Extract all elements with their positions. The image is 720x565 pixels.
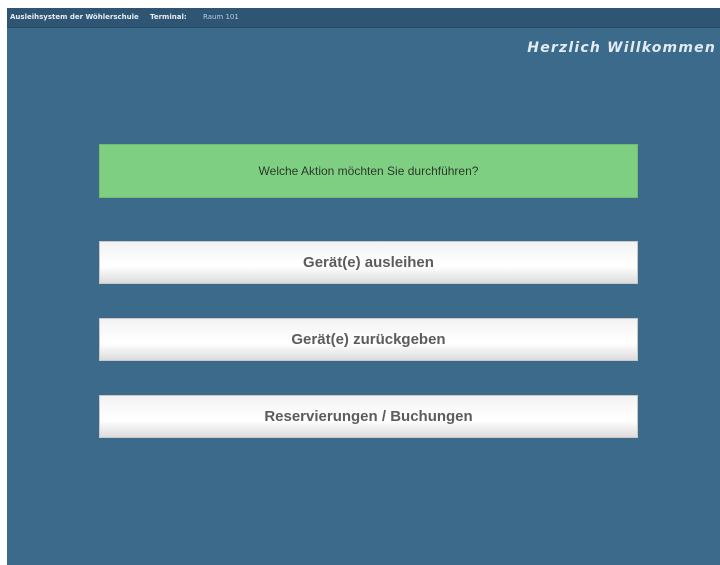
borrow-devices-label: Gerät(e) ausleihen	[303, 254, 434, 271]
terminal-label: Terminal:	[150, 13, 187, 21]
app-window: Ausleihsystem der Wöhlerschule Terminal:…	[7, 8, 720, 565]
action-prompt-text: Welche Aktion möchten Sie durchführen?	[258, 164, 479, 178]
borrow-devices-button[interactable]: Gerät(e) ausleihen	[99, 241, 638, 284]
reservations-bookings-label: Reservierungen / Buchungen	[264, 408, 473, 425]
reservations-bookings-button[interactable]: Reservierungen / Buchungen	[99, 395, 638, 438]
app-name: Ausleihsystem der Wöhlerschule	[10, 13, 139, 21]
return-devices-button[interactable]: Gerät(e) zurückgeben	[99, 318, 638, 361]
return-devices-label: Gerät(e) zurückgeben	[291, 331, 446, 348]
title-bar: Ausleihsystem der Wöhlerschule Terminal:…	[7, 8, 720, 28]
action-prompt: Welche Aktion möchten Sie durchführen?	[99, 144, 638, 198]
welcome-heading: Herzlich Willkommen	[527, 40, 716, 56]
terminal-value: Raum 101	[203, 13, 239, 21]
